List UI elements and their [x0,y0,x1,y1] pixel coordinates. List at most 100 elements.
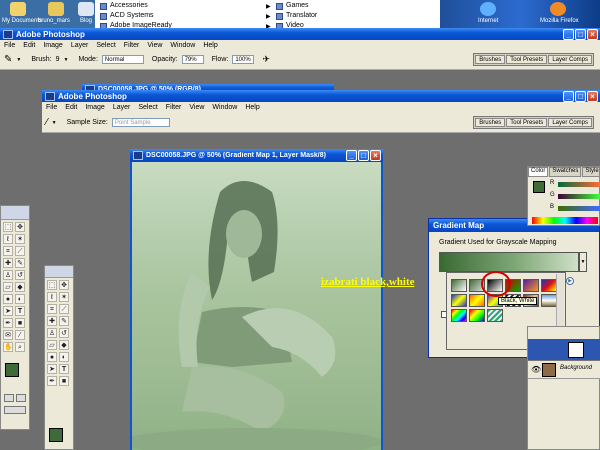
shape-tool-icon[interactable]: ■ [15,318,25,328]
menu-image[interactable]: Image [85,104,104,111]
dodge-tool-icon[interactable]: ◐ [59,352,69,362]
slice-tool-icon[interactable]: ⟋ [15,246,25,256]
dodge-tool-icon[interactable]: ◐ [15,294,25,304]
gradient-swatch-spectrum[interactable] [451,309,467,322]
minimize-button[interactable]: _ [563,29,574,40]
menu-view[interactable]: View [189,104,204,111]
opacity-input[interactable]: 79% [181,55,204,64]
main-window-titlebar[interactable]: Adobe Photoshop _ □ × [0,28,600,40]
magic-wand-tool-icon[interactable]: ✶ [15,234,25,244]
magic-wand-tool-icon[interactable]: ✶ [59,292,69,302]
folder-icon[interactable] [48,2,64,16]
brush-tool-icon[interactable]: ✎ [4,54,12,65]
blur-tool-icon[interactable]: ● [3,294,13,304]
history-brush-tool-icon[interactable]: ↺ [59,328,69,338]
screen-mode-button[interactable] [4,406,26,414]
brush-size-value[interactable]: 9 [56,56,60,63]
gradient-swatch-chrome[interactable] [541,294,557,307]
bucket-tool-icon[interactable]: ◆ [59,340,69,350]
healing-brush-tool-icon[interactable]: ✚ [3,258,13,268]
stamp-tool-icon[interactable]: ♙ [47,328,57,338]
tab-brushes[interactable]: Brushes [475,118,506,127]
tab-layer-comps[interactable]: Layer Comps [548,55,592,64]
menu-help[interactable]: Help [245,104,259,111]
maximize-button[interactable]: □ [358,150,369,161]
gradient-swatch-blue-red-yellow[interactable] [541,279,557,292]
firefox-icon[interactable] [550,2,566,16]
marquee-tool-icon[interactable]: ⬚ [3,222,13,232]
notes-tool-icon[interactable]: ✉ [3,330,13,340]
airbrush-icon[interactable]: ✈ [262,54,270,65]
blur-tool-icon[interactable]: ● [47,352,57,362]
gradient-swatch-transparent-rainbow[interactable] [469,309,485,322]
menu-file[interactable]: File [46,104,57,111]
chevron-down-icon[interactable]: ▼ [16,57,21,63]
color-ramp[interactable] [532,217,598,224]
tab-swatches[interactable]: Swatches [549,167,582,177]
pen-tool-icon[interactable]: ✒ [3,318,13,328]
path-select-tool-icon[interactable]: ➤ [47,364,57,374]
menu-layer[interactable]: Layer [113,104,131,111]
slice-tool-icon[interactable]: ⟋ [59,304,69,314]
menu-filter[interactable]: Filter [166,104,182,111]
menu-select[interactable]: Select [138,104,157,111]
move-tool-icon[interactable]: ✥ [59,280,69,290]
eraser-tool-icon[interactable]: ▱ [47,340,57,350]
menu-edit[interactable]: Edit [23,42,35,49]
eraser-tool-icon[interactable]: ▱ [3,282,13,292]
marquee-tool-icon[interactable]: ⬚ [47,280,57,290]
menu-window[interactable]: Window [170,42,195,49]
mode-select[interactable]: Normal [101,55,144,64]
gradient-swatch-green-stripes[interactable] [487,309,503,322]
zoom-tool-icon[interactable]: ⌕ [15,342,25,352]
move-tool-icon[interactable]: ✥ [15,222,25,232]
gradient-dropdown-button[interactable]: ▼ [579,252,587,272]
picker-menu-arrow-icon[interactable]: ▶ [566,277,574,285]
layer-row-gradient-map[interactable] [528,339,600,361]
menu-view[interactable]: View [147,42,162,49]
minimize-button[interactable]: _ [346,150,357,161]
quick-mask-button[interactable] [16,394,26,402]
close-button[interactable]: × [587,29,598,40]
flow-input[interactable]: 100% [232,55,255,64]
close-button[interactable]: × [370,150,381,161]
lasso-tool-icon[interactable]: ℓ [47,292,57,302]
document-icon[interactable] [78,2,94,16]
crop-tool-icon[interactable]: ⌗ [3,246,13,256]
chevron-down-icon[interactable]: ▼ [52,120,57,126]
folder-icon[interactable] [10,2,26,16]
foreground-color-swatch[interactable] [533,181,545,193]
eye-icon[interactable]: 👁 [531,365,541,374]
maximize-button[interactable]: □ [575,29,586,40]
tab-color[interactable]: Color [528,167,549,177]
gradient-swatch-violet-orange[interactable] [523,279,539,292]
brush-tool-icon[interactable]: ✎ [15,258,25,268]
history-brush-tool-icon[interactable]: ↺ [15,270,25,280]
tab-styles[interactable]: Style [582,167,600,177]
foreground-color-swatch[interactable] [5,363,19,377]
sample-size-select[interactable]: Point Sample [111,118,170,127]
maximize-button[interactable]: □ [575,91,586,102]
type-tool-icon[interactable]: T [15,306,25,316]
hand-tool-icon[interactable]: ✋ [3,342,13,352]
healing-brush-tool-icon[interactable]: ✚ [47,316,57,326]
menu-edit[interactable]: Edit [65,104,77,111]
tab-brushes[interactable]: Brushes [475,55,506,64]
menu-select[interactable]: Select [96,42,115,49]
brush-tool-icon[interactable]: ✎ [59,316,69,326]
second-window-titlebar[interactable]: Adobe Photoshop _ □ × [42,90,600,102]
internet-explorer-icon[interactable] [480,2,496,16]
pen-tool-icon[interactable]: ✒ [47,376,57,386]
tab-tool-presets[interactable]: Tool Presets [506,55,548,64]
chevron-down-icon[interactable]: ▼ [63,57,68,63]
menu-item-acd-systems[interactable]: ACD Systems [100,11,172,21]
gradient-preview-bar[interactable] [439,252,579,272]
bucket-tool-icon[interactable]: ◆ [15,282,25,292]
document-titlebar[interactable]: DSC00058.JPG @ 50% (Gradient Map 1, Laye… [130,149,383,162]
blue-slider[interactable] [558,206,600,211]
close-button[interactable]: × [587,91,598,102]
menu-file[interactable]: File [4,42,15,49]
layer-row-background[interactable]: 👁 Background [528,361,600,379]
gradient-swatch-blue-yellow-blue[interactable] [451,294,467,307]
menu-item-games[interactable]: Games [276,1,317,11]
